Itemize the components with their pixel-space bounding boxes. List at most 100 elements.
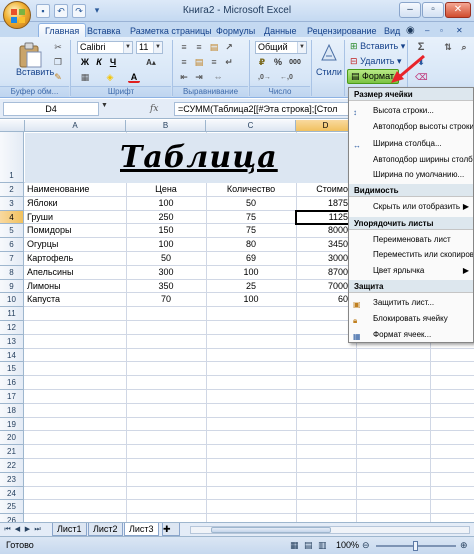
zoom-slider-thumb[interactable] xyxy=(413,541,418,551)
zoom-slider[interactable] xyxy=(376,541,456,551)
table-cell[interactable]: Апельсины xyxy=(27,266,124,279)
save-icon[interactable]: ▪ xyxy=(36,4,50,18)
tab-data[interactable]: Данные xyxy=(264,24,297,38)
row-header[interactable]: 7 xyxy=(0,252,24,266)
row-header[interactable]: 20 xyxy=(0,431,24,446)
ribbon-close-icon[interactable]: ✕ xyxy=(456,24,463,38)
align-bottom-icon[interactable]: ▤ xyxy=(208,42,220,53)
menu-item-hide-unhide[interactable]: Скрыть или отобразить ▶ xyxy=(349,199,473,214)
name-box[interactable]: D4 xyxy=(3,102,99,116)
table-cell[interactable]: Лимоны xyxy=(27,280,124,293)
menu-item-autofit-column[interactable]: Автоподбор ширины столбца xyxy=(349,152,473,167)
normal-view-icon[interactable]: ▦ xyxy=(290,540,299,551)
prev-sheet-icon[interactable]: ◀ xyxy=(13,525,22,535)
row-header[interactable]: 2 xyxy=(0,183,24,197)
align-middle-icon[interactable]: ≡ xyxy=(193,42,205,53)
row-header[interactable]: 25 xyxy=(0,500,24,515)
format-painter-icon[interactable]: ✎ xyxy=(52,72,64,83)
table-header-cell[interactable]: Наименование xyxy=(27,183,124,196)
scrollbar-thumb[interactable] xyxy=(211,527,331,533)
borders-icon[interactable]: ▦ xyxy=(79,72,91,83)
sort-filter-icon[interactable]: ⇅ xyxy=(442,42,454,53)
table-cell[interactable]: 250 xyxy=(126,211,206,224)
menu-item-protect-sheet[interactable]: ▣ Защитить лист... xyxy=(349,295,473,310)
increase-indent-icon[interactable]: ⇥ xyxy=(193,72,205,83)
align-top-icon[interactable]: ≡ xyxy=(178,42,190,53)
styles-button[interactable] xyxy=(318,42,340,64)
row-header[interactable]: 3 xyxy=(0,196,24,211)
table-cell[interactable]: 8700 xyxy=(296,266,352,279)
increase-decimal-icon[interactable]: ,0→ xyxy=(258,72,271,83)
font-size-select[interactable]: 11 ▼ xyxy=(136,41,163,54)
table-cell[interactable]: Помидоры xyxy=(27,224,124,237)
row-header[interactable]: 26 xyxy=(0,514,24,522)
menu-item-default-width[interactable]: Ширина по умолчанию... xyxy=(349,167,473,182)
tab-view[interactable]: Вид xyxy=(384,24,400,38)
font-name-select[interactable]: Calibri ▼ xyxy=(77,41,133,54)
horizontal-scrollbar[interactable] xyxy=(190,526,470,534)
help-icon[interactable]: ◉ xyxy=(406,24,415,38)
table-cell[interactable]: 60 xyxy=(296,293,352,306)
select-all-corner[interactable] xyxy=(0,120,25,132)
table-cell[interactable]: Груши xyxy=(27,211,124,224)
row-header[interactable]: 10 xyxy=(0,293,24,308)
row-header[interactable]: 24 xyxy=(0,486,24,501)
table-cell[interactable]: Огурцы xyxy=(27,238,124,251)
table-cell[interactable]: 100 xyxy=(206,293,296,306)
row-header[interactable]: 16 xyxy=(0,376,24,390)
table-header-cell[interactable]: Количество xyxy=(206,183,296,196)
sheet-tab-1[interactable]: Лист1 xyxy=(52,523,87,536)
tab-review[interactable]: Рецензирование xyxy=(307,24,377,38)
office-button[interactable] xyxy=(3,1,31,29)
row-header[interactable]: 21 xyxy=(0,445,24,459)
menu-item-row-height[interactable]: ↕ Высота строки... xyxy=(349,103,473,118)
row-header[interactable]: 9 xyxy=(0,279,24,294)
undo-icon[interactable]: ↶ xyxy=(54,4,68,18)
decrease-indent-icon[interactable]: ⇤ xyxy=(178,72,190,83)
styles-label[interactable]: Стили xyxy=(316,67,342,77)
maximize-button[interactable]: ▫ xyxy=(422,2,444,18)
currency-icon[interactable]: ₽ xyxy=(256,57,268,68)
close-button[interactable]: ✕ xyxy=(445,2,471,18)
zoom-out-icon[interactable]: ⊖ xyxy=(362,540,370,551)
table-cell[interactable]: 25 xyxy=(206,280,296,293)
column-header[interactable]: A xyxy=(25,120,126,132)
table-cell[interactable]: 3450 xyxy=(296,238,352,251)
row-header[interactable]: 18 xyxy=(0,403,24,418)
insert-cells-button[interactable]: ⊞ Вставить ▾ xyxy=(350,41,405,52)
menu-item-move-copy[interactable]: Переместить или скопировать xyxy=(349,247,473,262)
table-cell[interactable]: 7000 xyxy=(296,280,352,293)
minimize-button[interactable]: – xyxy=(399,2,421,18)
row-header[interactable]: 6 xyxy=(0,238,24,252)
zoom-in-icon[interactable]: ⊕ xyxy=(460,540,468,551)
customize-qat-icon[interactable]: ▾ xyxy=(90,4,104,18)
table-cell[interactable]: Картофель xyxy=(27,252,124,265)
find-select-icon[interactable]: ⌕ xyxy=(458,42,470,53)
menu-item-column-width[interactable]: ↔ Ширина столбца... xyxy=(349,136,473,151)
next-sheet-icon[interactable]: ▶ xyxy=(23,525,32,535)
column-header[interactable]: C xyxy=(206,120,296,132)
table-header-cell[interactable]: Стоимо xyxy=(296,183,352,196)
orientation-icon[interactable]: ↗ xyxy=(223,42,235,53)
tab-page-layout[interactable]: Разметка страницы xyxy=(130,24,212,38)
column-header[interactable]: B xyxy=(126,120,206,132)
tab-formulas[interactable]: Формулы xyxy=(216,24,255,38)
table-cell[interactable]: 1875 xyxy=(296,197,352,210)
decrease-decimal-icon[interactable]: ←,0 xyxy=(280,72,293,83)
font-grow-icon[interactable]: A▴ xyxy=(145,57,157,68)
align-right-icon[interactable]: ≡ xyxy=(208,57,220,68)
row-header[interactable]: 4 xyxy=(0,210,24,225)
table-cell[interactable]: 300 xyxy=(126,266,206,279)
table-header-cell[interactable]: Цена xyxy=(126,183,206,196)
paste-label[interactable]: Вставить xyxy=(16,67,54,77)
table-cell[interactable]: 75 xyxy=(206,224,296,237)
table-cell[interactable]: 100 xyxy=(126,238,206,251)
sheet-tab-2[interactable]: Лист2 xyxy=(88,523,123,536)
row-header[interactable]: 15 xyxy=(0,362,24,377)
sheet-tab-3[interactable]: Лист3 xyxy=(124,523,159,536)
column-header[interactable]: D xyxy=(296,120,356,132)
redo-icon[interactable]: ↷ xyxy=(72,4,86,18)
table-cell[interactable]: 70 xyxy=(126,293,206,306)
row-header[interactable]: 12 xyxy=(0,321,24,335)
table-cell[interactable]: 69 xyxy=(206,252,296,265)
